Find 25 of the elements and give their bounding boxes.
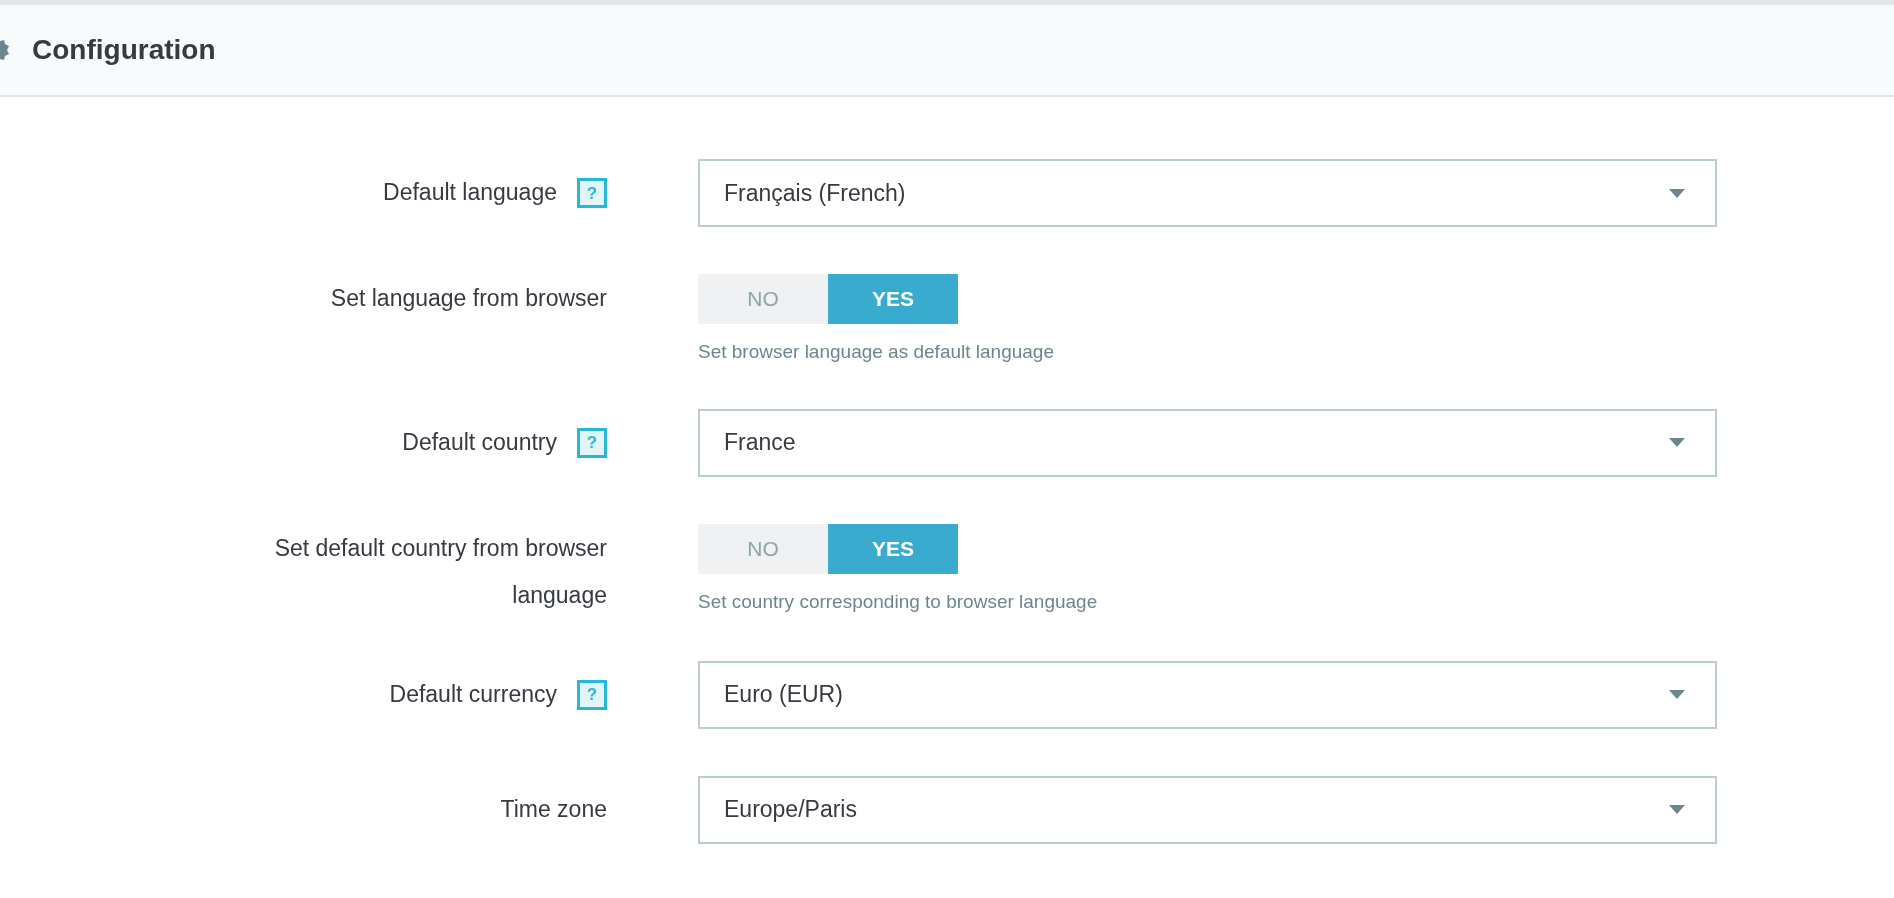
field-label: Default currency	[389, 679, 557, 709]
toggle-option[interactable]: YES	[828, 523, 958, 574]
field-label: Default country	[402, 427, 557, 457]
caret-icon	[1669, 438, 1685, 447]
toggle-option[interactable]: YES	[828, 274, 958, 324]
help-icon[interactable]: ?	[577, 679, 607, 710]
select-field[interactable]: France	[698, 408, 1717, 477]
field-label: Set default country from browser language	[273, 533, 607, 610]
caret-icon	[1669, 690, 1685, 699]
select-field[interactable]: Français (French)	[698, 159, 1717, 227]
select-field[interactable]: Europe/Paris	[698, 775, 1717, 844]
toggle-option[interactable]: NO	[698, 523, 828, 574]
select-field[interactable]: Euro (EUR)	[698, 660, 1717, 729]
field-label: Default language	[383, 178, 557, 207]
help-text: Set browser language as default language	[698, 340, 1054, 364]
field-label: Set language from browser	[330, 284, 607, 313]
toggle-option[interactable]: NO	[698, 274, 828, 324]
field-label: Time zone	[500, 794, 607, 824]
help-icon[interactable]: ?	[577, 178, 607, 208]
caret-icon	[1669, 805, 1685, 814]
help-icon[interactable]: ?	[577, 427, 607, 458]
gear-icon	[0, 37, 10, 63]
help-text: Set country corresponding to browser language	[698, 589, 1098, 614]
caret-icon	[1669, 188, 1685, 198]
panel-title: Configuration	[32, 33, 216, 67]
